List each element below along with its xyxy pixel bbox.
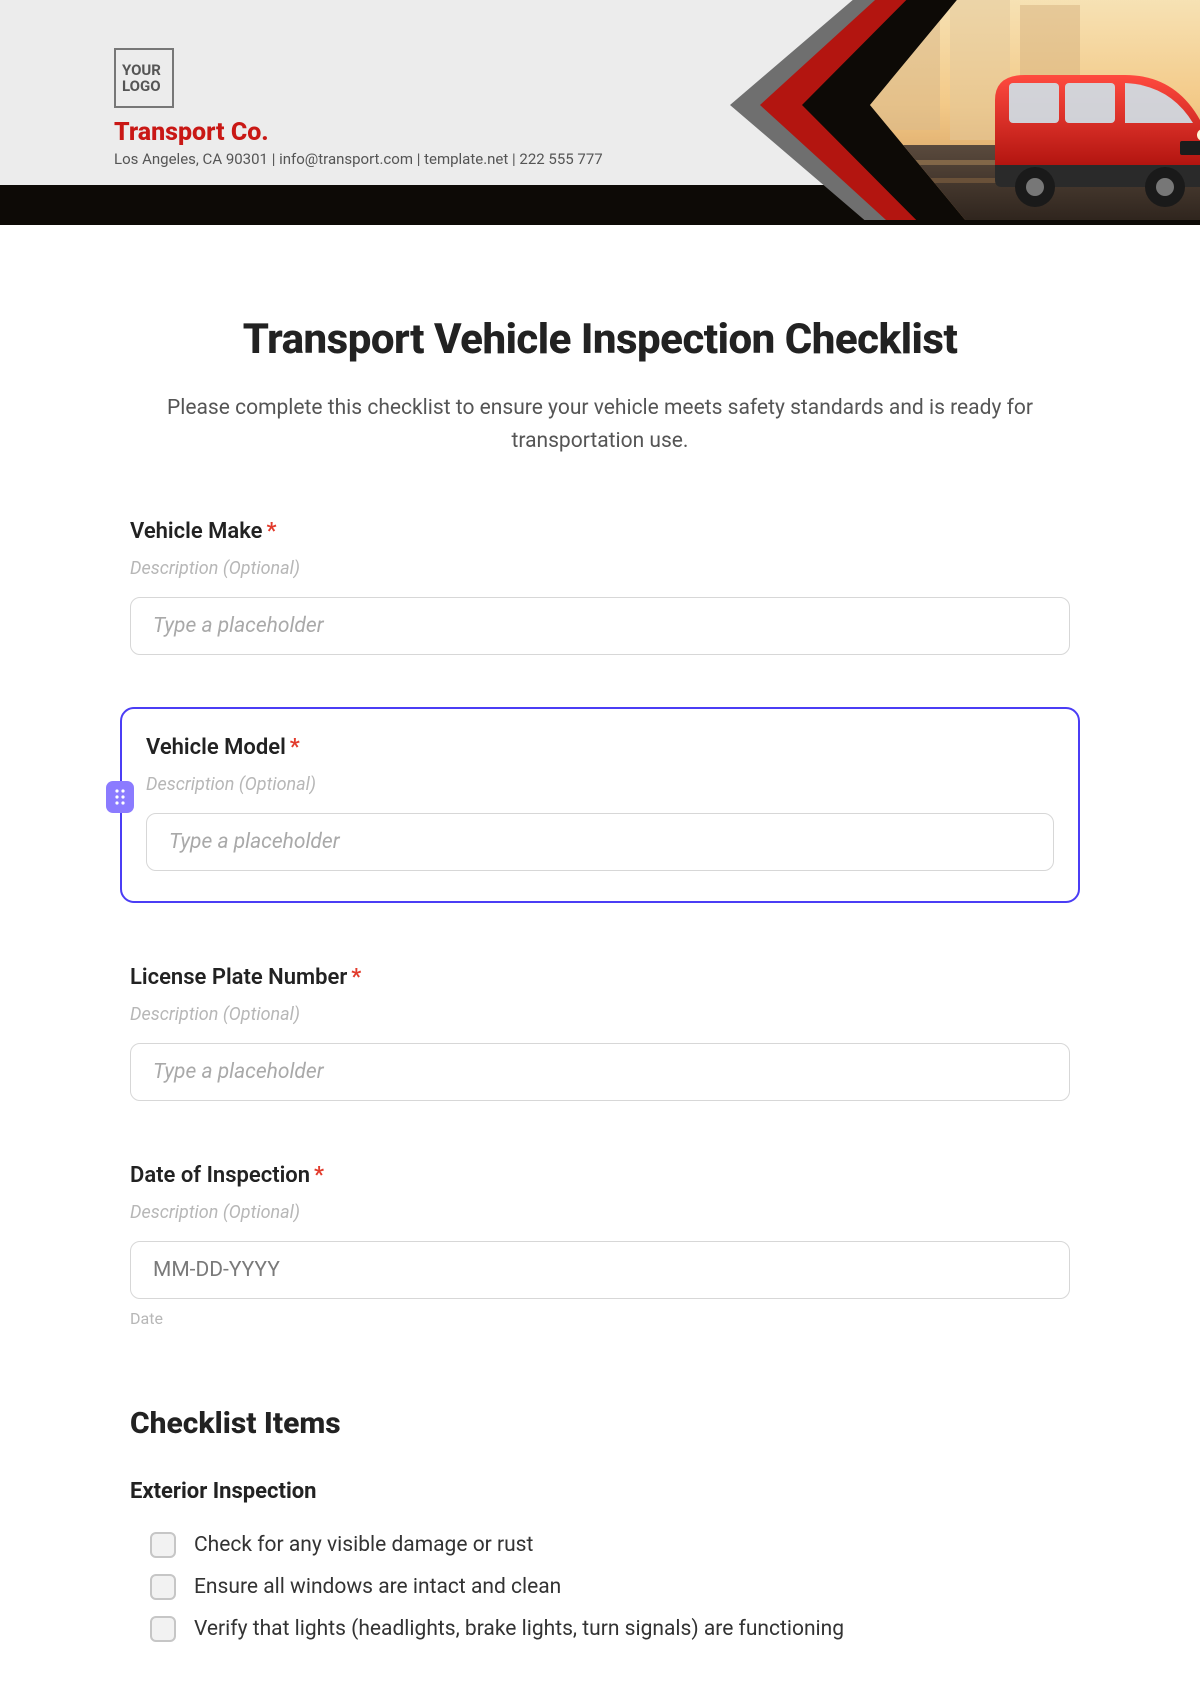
license-plate-label: License Plate Number* xyxy=(130,965,1070,990)
field-vehicle-model: Vehicle Model* Description (Optional) Ty… xyxy=(146,735,1054,871)
vehicle-make-desc[interactable]: Description (Optional) xyxy=(130,558,1070,579)
vehicle-make-input[interactable]: Type a placeholder xyxy=(130,597,1070,655)
vehicle-model-label: Vehicle Model* xyxy=(146,735,1054,760)
logo-placeholder: YOUR LOGO xyxy=(114,48,174,108)
logo-text: YOUR LOGO xyxy=(122,62,166,95)
checklist-item: Verify that lights (headlights, brake li… xyxy=(150,1608,1070,1650)
checkbox[interactable] xyxy=(150,1574,176,1600)
vehicle-make-placeholder: Type a placeholder xyxy=(153,614,324,638)
field-date-of-inspection: Date of Inspection* Description (Optiona… xyxy=(120,1163,1080,1328)
date-desc[interactable]: Description (Optional) xyxy=(130,1202,1070,1223)
required-marker: * xyxy=(314,1163,324,1188)
required-marker: * xyxy=(266,519,276,544)
company-name: Transport Co. xyxy=(114,118,269,147)
vehicle-make-label-text: Vehicle Make xyxy=(130,519,262,544)
contact-line: Los Angeles, CA 90301 | info@transport.c… xyxy=(114,150,603,168)
date-label: Date of Inspection* xyxy=(130,1163,1070,1188)
form-body: Transport Vehicle Inspection Checklist P… xyxy=(120,315,1080,1650)
checklist-item-label: Ensure all windows are intact and clean xyxy=(194,1575,561,1599)
vehicle-make-label: Vehicle Make* xyxy=(130,519,1070,544)
checklist-item-label: Verify that lights (headlights, brake li… xyxy=(194,1617,844,1641)
checklist-item-label: Check for any visible damage or rust xyxy=(194,1533,533,1557)
checklist-group-exterior: Check for any visible damage or rust Ens… xyxy=(120,1524,1080,1650)
page-title: Transport Vehicle Inspection Checklist xyxy=(120,315,1080,364)
vehicle-model-placeholder: Type a placeholder xyxy=(169,830,340,854)
date-placeholder: MM-DD-YYYY xyxy=(153,1258,280,1282)
date-input[interactable]: MM-DD-YYYY xyxy=(130,1241,1070,1299)
date-label-text: Date of Inspection xyxy=(130,1163,310,1188)
checklist-item: Check for any visible damage or rust xyxy=(150,1524,1070,1566)
required-marker: * xyxy=(290,735,300,760)
field-license-plate: License Plate Number* Description (Optio… xyxy=(120,965,1080,1101)
license-plate-desc[interactable]: Description (Optional) xyxy=(130,1004,1070,1025)
checklist-item: Ensure all windows are intact and clean xyxy=(150,1566,1070,1608)
vehicle-model-input[interactable]: Type a placeholder xyxy=(146,813,1054,871)
vehicle-model-label-text: Vehicle Model xyxy=(146,735,286,760)
checklist-group-exterior-title: Exterior Inspection xyxy=(120,1479,1080,1504)
checkbox[interactable] xyxy=(150,1616,176,1642)
license-plate-input[interactable]: Type a placeholder xyxy=(130,1043,1070,1101)
checkbox[interactable] xyxy=(150,1532,176,1558)
required-marker: * xyxy=(351,965,361,990)
field-vehicle-model-selected[interactable]: Vehicle Model* Description (Optional) Ty… xyxy=(120,707,1080,903)
header-chevron-graphic xyxy=(570,0,1200,225)
letterhead: YOUR LOGO Transport Co. Los Angeles, CA … xyxy=(0,0,1200,225)
page-subtitle: Please complete this checklist to ensure… xyxy=(160,392,1040,457)
vehicle-model-desc[interactable]: Description (Optional) xyxy=(146,774,1054,795)
checklist-section-title: Checklist Items xyxy=(120,1406,1080,1441)
drag-handle-icon[interactable] xyxy=(106,781,134,813)
date-hint: Date xyxy=(130,1309,1070,1328)
field-vehicle-make: Vehicle Make* Description (Optional) Typ… xyxy=(120,519,1080,655)
license-plate-placeholder: Type a placeholder xyxy=(153,1060,324,1084)
license-plate-label-text: License Plate Number xyxy=(130,965,347,990)
